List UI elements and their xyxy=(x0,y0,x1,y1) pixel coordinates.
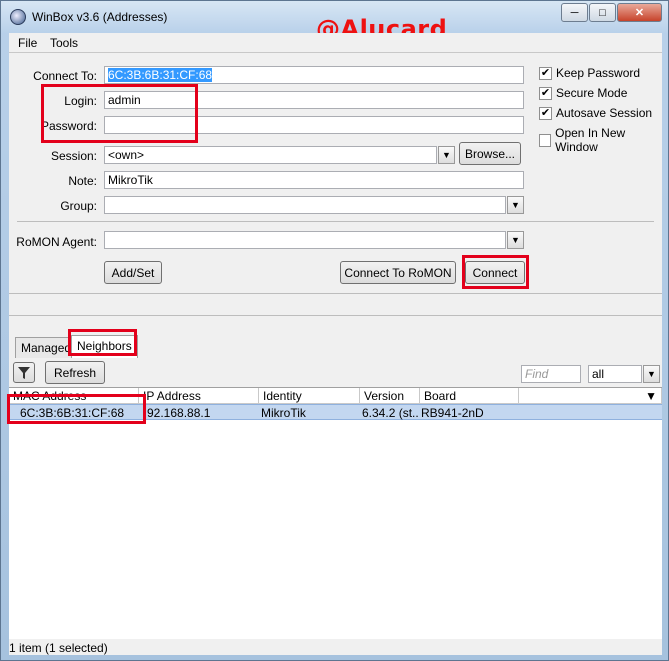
table-row[interactable]: 6C:3B:6B:31:CF:68 92.168.88.1 MikroTik 6… xyxy=(9,404,662,420)
tab-managed[interactable]: Managed xyxy=(15,337,78,358)
cell-version: 6.34.2 (st... xyxy=(362,406,418,420)
menu-file[interactable]: File xyxy=(18,36,37,50)
connect-to-label: Connect To: xyxy=(33,69,97,83)
filter-icon xyxy=(18,366,30,379)
winbox-window: WinBox v3.6 (Addresses) @Alucard ─ □ ✕ F… xyxy=(0,0,669,661)
note-field[interactable]: MikroTik xyxy=(104,171,524,189)
section-divider xyxy=(9,293,662,294)
column-header-board[interactable]: Board xyxy=(420,388,519,404)
note-label: Note: xyxy=(68,174,97,188)
session-select[interactable]: <own> xyxy=(104,146,437,164)
filter-dropdown-button[interactable]: ▼ xyxy=(643,365,660,383)
find-input[interactable]: Find xyxy=(521,365,581,383)
login-label: Login: xyxy=(64,94,97,108)
menu-bar: File Tools xyxy=(9,33,662,53)
romon-agent-label: RoMON Agent: xyxy=(16,235,97,249)
cell-mac: 6C:3B:6B:31:CF:68 xyxy=(20,406,125,420)
filter-button[interactable] xyxy=(13,362,35,383)
cell-identity: MikroTik xyxy=(261,406,306,420)
secure-mode-checkbox[interactable]: ✔ xyxy=(539,86,552,100)
chevron-down-icon: ▼ xyxy=(647,369,656,379)
open-new-window-checkbox[interactable] xyxy=(539,133,552,147)
romon-dropdown-button[interactable]: ▼ xyxy=(507,231,524,249)
password-field[interactable] xyxy=(104,116,524,134)
section-divider-2 xyxy=(9,315,662,316)
menu-tools[interactable]: Tools xyxy=(50,36,78,50)
column-menu-button[interactable]: ▼ xyxy=(519,388,662,404)
column-header-identity[interactable]: Identity xyxy=(259,388,360,404)
chevron-down-icon: ▼ xyxy=(645,389,657,403)
maximize-icon: □ xyxy=(599,6,606,19)
main-panel: Connect To: 6C:3B:6B:31:CF:68 Login: adm… xyxy=(9,53,662,655)
keep-password-checkbox[interactable]: ✔ xyxy=(539,66,552,80)
form-divider xyxy=(17,221,654,222)
minimize-icon: ─ xyxy=(570,6,579,19)
chevron-down-icon: ▼ xyxy=(511,200,520,210)
keep-password-option[interactable]: ✔ Keep Password xyxy=(539,66,640,80)
group-label: Group: xyxy=(60,199,97,213)
refresh-button[interactable]: Refresh xyxy=(45,361,105,384)
group-dropdown-button[interactable]: ▼ xyxy=(507,196,524,214)
close-button[interactable]: ✕ xyxy=(617,3,662,22)
login-field[interactable]: admin xyxy=(104,91,524,109)
chevron-down-icon: ▼ xyxy=(442,150,451,160)
minimize-button[interactable]: ─ xyxy=(561,3,588,22)
connect-to-romon-button[interactable]: Connect To RoMON xyxy=(340,261,456,284)
open-new-window-option[interactable]: Open In New Window xyxy=(539,126,662,154)
group-select[interactable] xyxy=(104,196,506,214)
tab-neighbors[interactable]: Neighbors xyxy=(71,335,138,358)
keep-password-label: Keep Password xyxy=(556,66,641,80)
cell-ip: 92.168.88.1 xyxy=(147,406,211,420)
window-title: WinBox v3.6 (Addresses) xyxy=(32,10,168,24)
secure-mode-label: Secure Mode xyxy=(556,86,628,100)
add-set-button[interactable]: Add/Set xyxy=(104,261,162,284)
title-bar[interactable]: WinBox v3.6 (Addresses) @Alucard ─ □ ✕ xyxy=(1,1,668,43)
winbox-app-icon xyxy=(10,9,26,25)
close-icon: ✕ xyxy=(634,7,645,19)
cell-board: RB941-2nD xyxy=(421,406,484,420)
connect-to-field[interactable]: 6C:3B:6B:31:CF:68 xyxy=(104,66,524,84)
connect-to-value: 6C:3B:6B:31:CF:68 xyxy=(108,68,213,82)
romon-agent-select[interactable] xyxy=(104,231,506,249)
column-header-version[interactable]: Version xyxy=(360,388,420,404)
maximize-button[interactable]: □ xyxy=(589,3,616,22)
connect-button[interactable]: Connect xyxy=(465,261,525,284)
autosave-session-option[interactable]: ✔ Autosave Session xyxy=(539,106,652,120)
status-bar: 1 item (1 selected) xyxy=(9,641,108,655)
chevron-down-icon: ▼ xyxy=(511,235,520,245)
session-label: Session: xyxy=(50,149,97,163)
column-header-mac[interactable]: MAC Address xyxy=(9,388,139,404)
neighbors-table: MAC Address IP Address Identity Version … xyxy=(9,387,662,639)
filter-select[interactable]: all xyxy=(588,365,642,383)
session-dropdown-button[interactable]: ▼ xyxy=(438,146,455,164)
open-new-window-label: Open In New Window xyxy=(555,126,626,154)
autosave-session-checkbox[interactable]: ✔ xyxy=(539,106,552,120)
column-header-ip[interactable]: IP Address xyxy=(139,388,259,404)
secure-mode-option[interactable]: ✔ Secure Mode xyxy=(539,86,627,100)
autosave-session-label: Autosave Session xyxy=(556,106,653,120)
browse-button[interactable]: Browse... xyxy=(459,142,521,165)
password-label: Password: xyxy=(40,119,97,133)
